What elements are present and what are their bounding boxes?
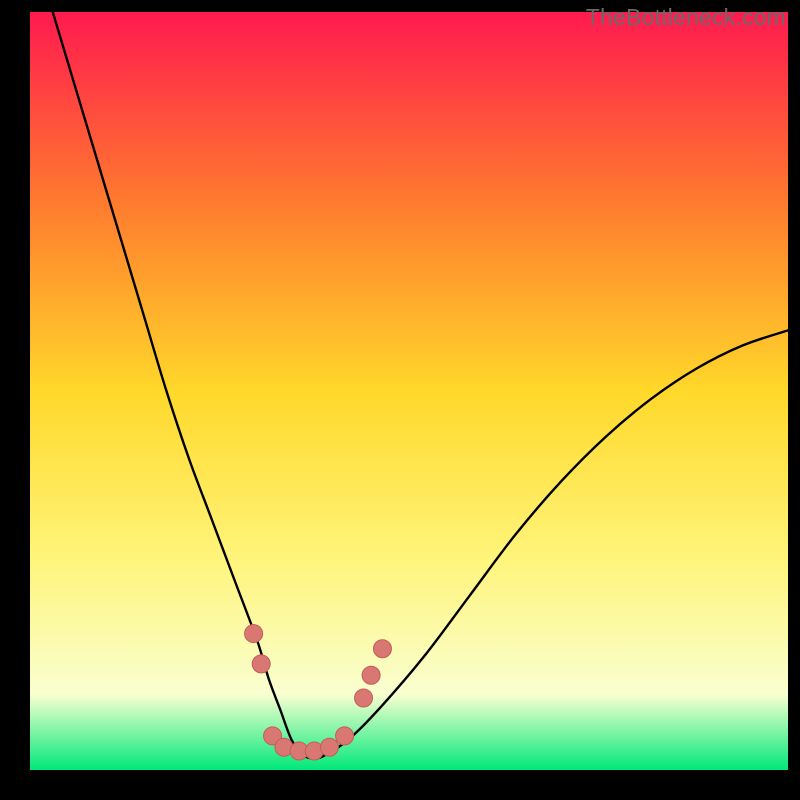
curve-marker (355, 689, 373, 707)
watermark-text: TheBottleneck.com (586, 4, 786, 31)
gradient-background (30, 12, 788, 770)
curve-marker (336, 727, 354, 745)
bottleneck-chart (30, 12, 788, 770)
curve-marker (373, 640, 391, 658)
curve-marker (362, 666, 380, 684)
curve-marker (245, 625, 263, 643)
chart-frame: TheBottleneck.com (0, 0, 800, 800)
curve-marker (320, 738, 338, 756)
curve-marker (252, 655, 270, 673)
plot-area (30, 12, 788, 770)
